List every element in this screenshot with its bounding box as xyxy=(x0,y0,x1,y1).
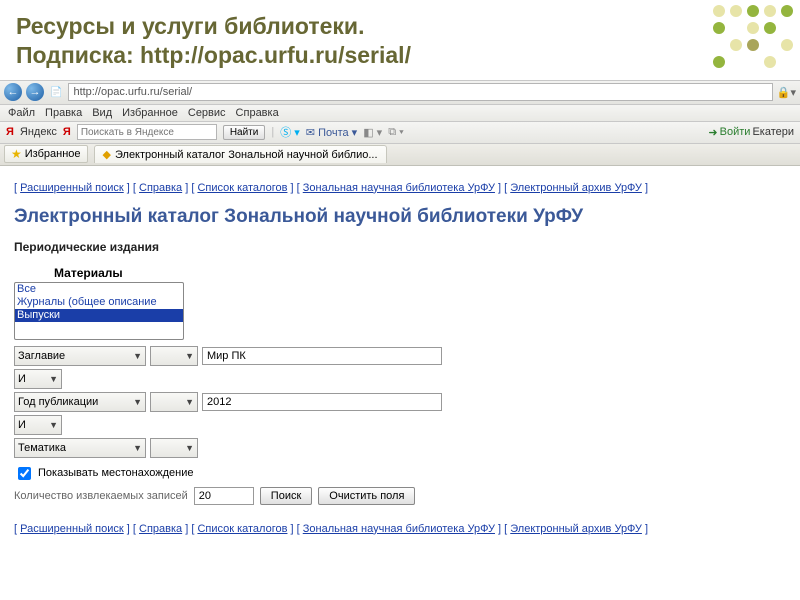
tab-bar: ★ Избранное ◆ Электронный каталог Зональ… xyxy=(0,144,800,166)
browser-window: ← → 📄 http://opac.urfu.ru/serial/ 🔒▾ Фай… xyxy=(0,80,800,555)
link-catalogs[interactable]: Список каталогов xyxy=(197,182,287,194)
input-title[interactable] xyxy=(202,347,442,365)
separator: | xyxy=(271,126,274,138)
op-select-1[interactable]: ▼ xyxy=(150,346,198,366)
security-icon: 🔒▾ xyxy=(777,86,796,99)
link-catalogs-2[interactable]: Список каталогов xyxy=(197,523,287,535)
link-help-2[interactable]: Справка xyxy=(139,523,182,535)
menu-help[interactable]: Справка xyxy=(236,107,279,119)
menu-view[interactable]: Вид xyxy=(92,107,112,119)
op-select-3[interactable]: ▼ xyxy=(150,438,198,458)
favorites-label: Избранное xyxy=(25,148,81,160)
top-links: [ Расширенный поиск ] [ Справка ] [ Спис… xyxy=(14,182,786,194)
link-archive-2[interactable]: Электронный архив УрФУ xyxy=(510,523,642,535)
show-location-label: Показывать местонахождение xyxy=(38,467,193,479)
login-icon: ➜ xyxy=(708,126,717,139)
page-content: [ Расширенный поиск ] [ Справка ] [ Спис… xyxy=(0,166,800,555)
login-button[interactable]: Войти xyxy=(720,126,751,138)
input-year[interactable] xyxy=(202,393,442,411)
count-input[interactable] xyxy=(194,487,254,505)
materials-label: Материалы xyxy=(54,266,786,280)
skype-icon[interactable]: Ⓢ ▾ xyxy=(280,124,300,140)
star-icon: ★ xyxy=(11,147,22,161)
field-select-2[interactable]: Год публикации▼ xyxy=(14,392,146,412)
link-advanced-search[interactable]: Расширенный поиск xyxy=(20,182,124,194)
user-name: Екатери xyxy=(752,126,794,138)
tab-current[interactable]: ◆ Электронный каталог Зональной научной … xyxy=(94,145,387,163)
yandex-search-button[interactable]: Найти xyxy=(223,125,266,140)
menu-bar: Файл Правка Вид Избранное Сервис Справка xyxy=(0,105,800,122)
yandex-brand: Яндекс xyxy=(20,126,57,138)
toolbar-item-1[interactable]: ◧ ▾ xyxy=(363,126,382,139)
menu-tools[interactable]: Сервис xyxy=(188,107,226,119)
favorites-button[interactable]: ★ Избранное xyxy=(4,145,88,163)
bool-select-1[interactable]: И▼ xyxy=(14,369,62,389)
materials-opt-journals: Журналы (общее описание xyxy=(15,296,183,309)
link-library-2[interactable]: Зональная научная библиотека УрФУ xyxy=(303,523,495,535)
count-label: Количество извлекаемых записей xyxy=(14,490,188,502)
page-subtitle: Периодические издания xyxy=(14,240,786,254)
op-select-2[interactable]: ▼ xyxy=(150,392,198,412)
materials-opt-all: Все xyxy=(15,283,183,296)
show-location-checkbox[interactable] xyxy=(18,467,31,480)
clear-button[interactable]: Очистить поля xyxy=(318,487,415,505)
login-area[interactable]: ➜ Войти Екатери xyxy=(708,126,794,139)
materials-list[interactable]: Все Журналы (общее описание Выпуски xyxy=(14,282,184,340)
decorative-dots xyxy=(713,5,795,70)
link-library[interactable]: Зональная научная библиотека УрФУ xyxy=(303,182,495,194)
yandex-y-icon: Я xyxy=(63,126,71,138)
yandex-search-input[interactable] xyxy=(77,124,217,140)
link-help[interactable]: Справка xyxy=(139,182,182,194)
yandex-toolbar: Я Яндекс Я Найти | Ⓢ ▾ ✉ Почта ▾ ◧ ▾ ⧉ ▾… xyxy=(0,122,800,144)
slide-title-line1: Ресурсы и услуги библиотеки. xyxy=(16,12,784,41)
yandex-logo: Я xyxy=(6,126,14,138)
menu-edit[interactable]: Правка xyxy=(45,107,82,119)
back-button[interactable]: ← xyxy=(4,83,22,101)
mail-link[interactable]: ✉ Почта ▾ xyxy=(306,126,357,139)
tab-favicon: ◆ xyxy=(103,148,111,161)
field-select-1[interactable]: Заглавие▼ xyxy=(14,346,146,366)
navigation-bar: ← → 📄 http://opac.urfu.ru/serial/ 🔒▾ xyxy=(0,81,800,105)
field-select-3[interactable]: Тематика▼ xyxy=(14,438,146,458)
address-bar[interactable]: http://opac.urfu.ru/serial/ xyxy=(68,83,772,101)
bool-select-2[interactable]: И▼ xyxy=(14,415,62,435)
bottom-links: [ Расширенный поиск ] [ Справка ] [ Спис… xyxy=(14,523,786,535)
toolbar-item-2[interactable]: ⧉ ▾ xyxy=(388,126,404,139)
menu-favorites[interactable]: Избранное xyxy=(122,107,178,119)
forward-button[interactable]: → xyxy=(26,83,44,101)
page-icon: 📄 xyxy=(50,87,62,98)
materials-opt-issues: Выпуски xyxy=(15,309,183,322)
search-button[interactable]: Поиск xyxy=(260,487,312,505)
link-advanced-search-2[interactable]: Расширенный поиск xyxy=(20,523,124,535)
page-title: Электронный каталог Зональной научной би… xyxy=(14,206,786,228)
tab-title: Электронный каталог Зональной научной би… xyxy=(115,149,378,161)
link-archive[interactable]: Электронный архив УрФУ xyxy=(510,182,642,194)
slide-title: Ресурсы и услуги библиотеки. Подписка: h… xyxy=(0,0,800,80)
slide-title-line2: Подписка: http://opac.urfu.ru/serial/ xyxy=(16,41,784,70)
menu-file[interactable]: Файл xyxy=(8,107,35,119)
